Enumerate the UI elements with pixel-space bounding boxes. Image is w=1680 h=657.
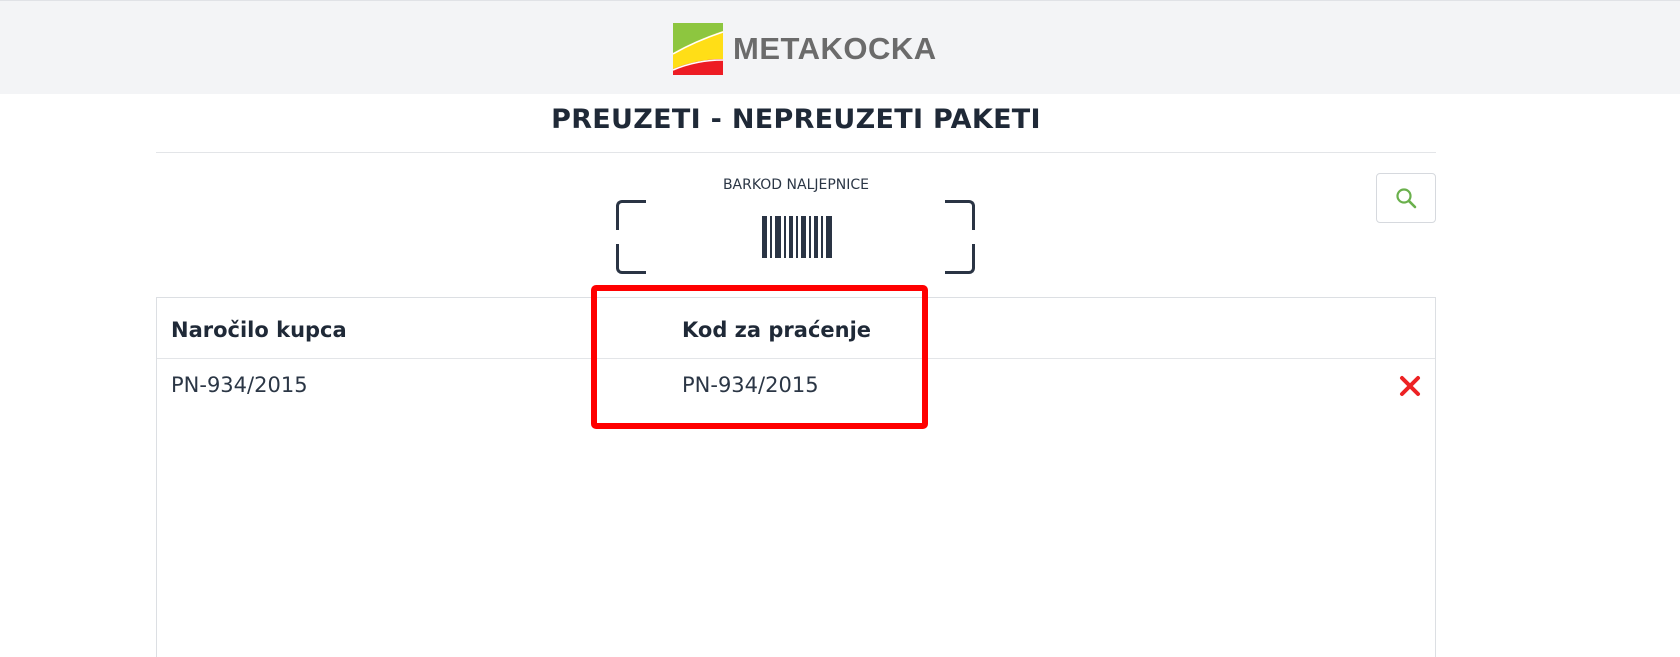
column-header-tracking[interactable]: Kod za praćenje <box>682 318 871 342</box>
metakocka-logo-icon <box>673 23 723 75</box>
cell-tracking-code: PN-934/2015 <box>682 373 819 397</box>
title-divider <box>156 152 1436 153</box>
scan-frame-corner <box>616 200 646 230</box>
scan-frame-corner <box>945 244 975 274</box>
delete-x-icon <box>1400 376 1420 396</box>
page-title: PREUZETI - NEPREUZETI PAKETI <box>551 104 1041 135</box>
logo-text: METAKOCKA <box>733 31 937 66</box>
table-header: Naročilo kupca Kod za praćenje <box>157 298 1435 359</box>
metakocka-logo[interactable]: METAKOCKA <box>673 23 937 75</box>
table-row[interactable]: PN-934/2015 PN-934/2015 <box>157 359 1435 411</box>
barcode-scan-label: BARKOD NALJEPNICE <box>722 177 870 193</box>
scan-frame-corner <box>616 244 646 274</box>
packages-table: Naročilo kupca Kod za praćenje PN-934/20… <box>156 297 1436 657</box>
barcode-scan-area[interactable] <box>616 200 975 274</box>
barcode-icon <box>762 216 832 258</box>
scan-frame-corner <box>945 200 975 230</box>
search-icon <box>1396 188 1417 209</box>
cell-order: PN-934/2015 <box>171 373 308 397</box>
search-button[interactable] <box>1376 173 1436 223</box>
column-header-order[interactable]: Naročilo kupca <box>171 318 347 342</box>
delete-row-button[interactable] <box>1393 369 1427 403</box>
top-header-bar: METAKOCKA <box>0 0 1680 94</box>
